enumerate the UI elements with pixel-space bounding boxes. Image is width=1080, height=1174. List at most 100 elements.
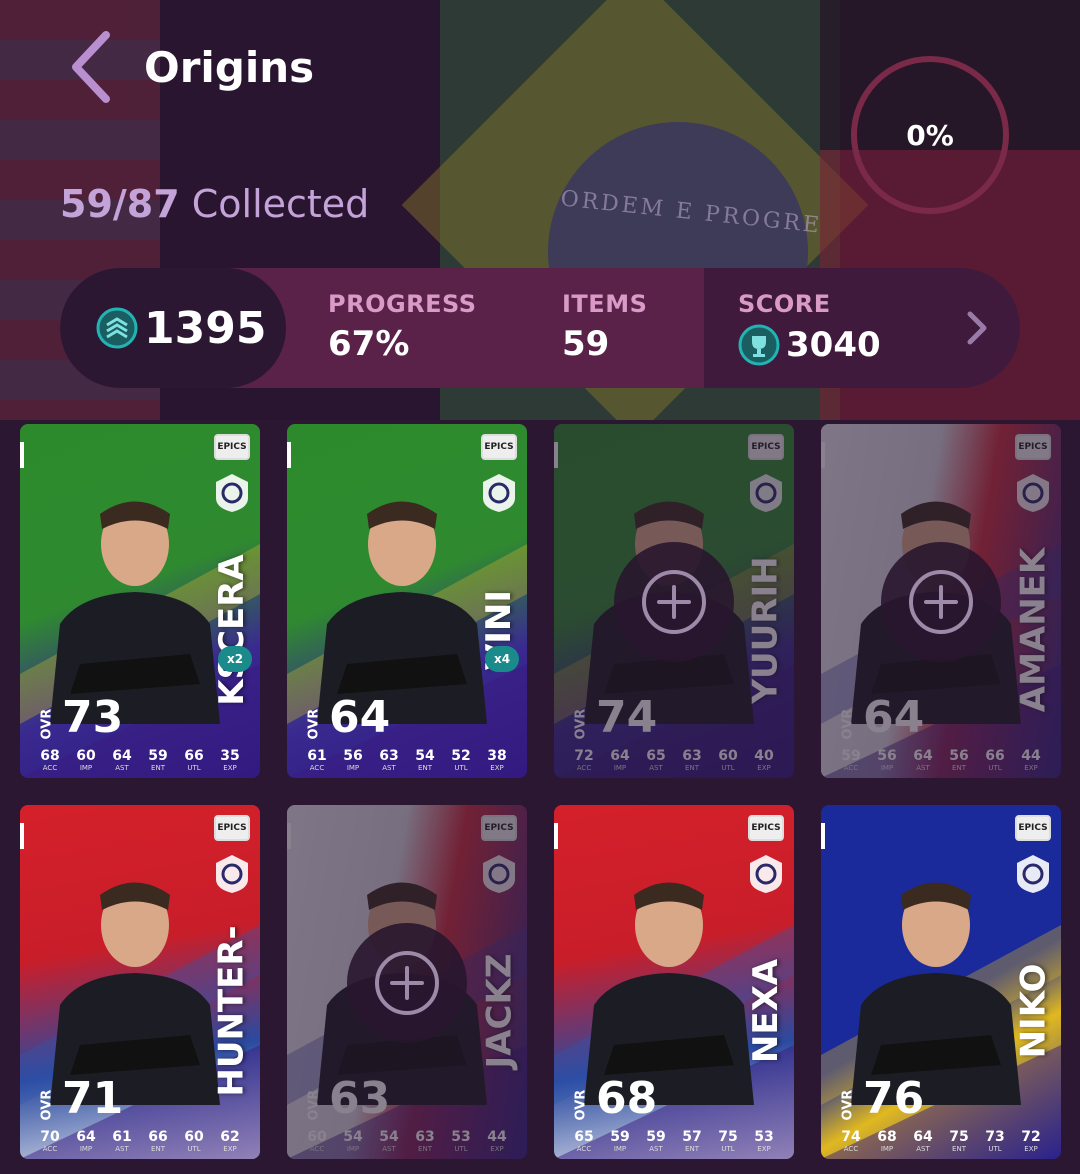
attribute-key: ACC <box>42 1145 58 1153</box>
ovr-label: OVR <box>39 708 55 740</box>
progress-value: 67% <box>328 324 410 364</box>
card-attribute: 74 ACC <box>835 1129 867 1153</box>
attribute-value: 35 <box>220 748 240 764</box>
card-attribute: 66 ENT <box>142 1129 174 1153</box>
card-attribute: 61 AST <box>106 1129 138 1153</box>
collected-number: 59/87 <box>60 182 180 226</box>
card-attribute: 63 AST <box>373 748 405 772</box>
attribute-key: ENT <box>418 764 432 772</box>
player-card[interactable]: EPICS YUURIH OVR 74 72ACC64IMP65AST63ENT… <box>554 424 794 778</box>
card-attribute: 75 UTL <box>712 1129 744 1153</box>
add-card-button[interactable] <box>881 542 1001 662</box>
team-shield-icon <box>216 474 248 512</box>
ovr-label: OVR <box>306 708 322 740</box>
card-name-wrap: HUNTER- <box>212 901 252 1121</box>
coins-pill[interactable]: 1395 <box>60 268 286 388</box>
attribute-key: ACC <box>843 1145 859 1153</box>
player-silhouette <box>50 882 220 1105</box>
attribute-key: AST <box>115 1145 129 1153</box>
card-attribute: 57 ENT <box>676 1129 708 1153</box>
trophy-icon <box>738 324 780 366</box>
card-name-wrap: NEXA <box>746 901 786 1121</box>
attribute-value: 64 <box>913 1129 933 1145</box>
card-player-name: NEXA <box>746 958 786 1064</box>
attribute-key: IMP <box>613 1145 627 1153</box>
card-attribute: 72 EXP <box>1015 1129 1047 1153</box>
attribute-value: 75 <box>718 1129 738 1145</box>
attribute-key: IMP <box>79 764 93 772</box>
add-card-button[interactable] <box>347 923 467 1043</box>
coin-icon <box>96 307 138 349</box>
player-card[interactable]: EPICS NEXA OVR 68 65 ACC 59 IMP 59 AST 57 ENT 75… <box>554 805 794 1159</box>
attribute-key: ENT <box>685 1145 699 1153</box>
attribute-value: 74 <box>841 1129 861 1145</box>
chevron-right-icon[interactable] <box>962 308 992 348</box>
epics-badge-icon: EPICS <box>214 434 250 460</box>
attribute-value: 73 <box>985 1129 1005 1145</box>
card-attribute: 66UTL <box>178 748 210 772</box>
player-card[interactable]: EPICS KSCERA OVR 73 68 ACC 60 IMP 64 AST 59 ENT… <box>20 424 260 778</box>
attribute-value: 56 <box>343 748 363 764</box>
ovr-value: 71 <box>62 1073 124 1124</box>
ovr-value: 76 <box>863 1073 925 1124</box>
player-card[interactable]: EPICS AMANEK OVR 64 59ACC56IMP64AST56ENT… <box>821 424 1061 778</box>
collected-count: 59/87 Collected <box>60 182 369 226</box>
attribute-value: 63 <box>379 748 399 764</box>
attribute-key: EXP <box>490 764 504 772</box>
card-edge <box>554 823 558 849</box>
team-shield-icon <box>483 474 515 512</box>
attribute-value: 53 <box>754 1129 774 1145</box>
card-attribute: 64AST <box>106 748 138 772</box>
page-title: Origins <box>144 42 315 92</box>
add-card-button[interactable] <box>614 542 734 662</box>
player-card[interactable]: EPICS JACKZ OVR 63 60ACC54IMP54AST63ENT5… <box>287 805 527 1159</box>
card-attribute: 75 ENT <box>943 1129 975 1153</box>
card-attribute: 70 ACC <box>34 1129 66 1153</box>
progress-label: PROGRESS <box>328 290 477 318</box>
card-player-name: KSCERA <box>212 554 253 706</box>
attribute-key: AST <box>382 764 396 772</box>
attribute-key: AST <box>649 1145 663 1153</box>
header: Origins <box>60 22 314 112</box>
epics-badge-icon: EPICS <box>748 815 784 841</box>
ovr-label: OVR <box>573 1089 589 1121</box>
card-attribute: 59 AST <box>640 1129 672 1153</box>
epics-badge-icon: EPICS <box>481 434 517 460</box>
player-card[interactable]: EPICS VINI OVR 64 61 ACC 56 IMP 63 AST 54 ENT 52… <box>287 424 527 778</box>
card-ovr: OVR 76 <box>840 1073 925 1124</box>
attribute-value: 65 <box>574 1129 594 1145</box>
attribute-key: IMP <box>346 764 360 772</box>
card-player-name: HUNTER- <box>212 925 253 1097</box>
chevron-left-icon <box>72 31 110 103</box>
attribute-key: ENT <box>151 764 165 772</box>
attribute-key: UTL <box>721 1145 735 1153</box>
card-attribute: 52 UTL <box>445 748 477 772</box>
attribute-key: IMP <box>79 1145 93 1153</box>
attribute-value: 60 <box>184 1129 204 1145</box>
stat-score: SCORE 3040 <box>738 290 881 366</box>
back-button[interactable] <box>60 27 120 107</box>
attribute-value: 64 <box>112 748 132 764</box>
card-ovr: OVR 71 <box>40 1073 124 1124</box>
stat-progress: PROGRESS 67% <box>328 290 477 364</box>
ovr-label: OVR <box>840 1089 856 1121</box>
attribute-key: ACC <box>42 764 58 772</box>
card-edge <box>20 823 24 849</box>
attribute-value: 59 <box>610 1129 630 1145</box>
attribute-key: ACC <box>576 1145 592 1153</box>
card-attribute: 64AST <box>907 1129 939 1153</box>
attribute-value: 59 <box>148 748 168 764</box>
player-silhouette <box>317 501 487 724</box>
player-card[interactable]: EPICS HUNTER- OVR 71 70 ACC 64 IMP 61 AST 66 EN… <box>20 805 260 1159</box>
attribute-key: AST <box>916 1145 930 1153</box>
player-card[interactable]: EPICS NIKO OVR 76 74 ACC 68 IMP 64 AST 75 ENT 73… <box>821 805 1061 1159</box>
attribute-key: EXP <box>223 764 237 772</box>
card-ovr: OVR 68 <box>573 1077 658 1121</box>
card-attribute: 35 EXP <box>214 748 246 772</box>
card-attributes: 74 ACC 68 IMP 64 AST 75 ENT 73 UTL 72 EXP <box>835 1129 1047 1153</box>
team-shield-icon <box>216 855 248 893</box>
card-name-wrap: VINI <box>479 520 519 740</box>
attribute-value: 68 <box>877 1129 897 1145</box>
attribute-key: UTL <box>187 1145 201 1153</box>
card-attribute: 59 ENT <box>142 748 174 772</box>
